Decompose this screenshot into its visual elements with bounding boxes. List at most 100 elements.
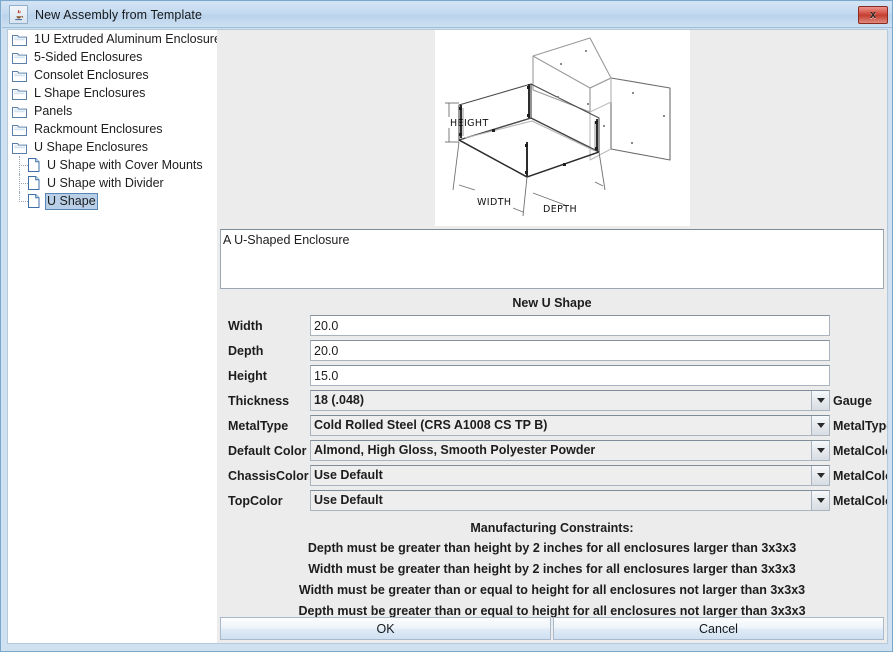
topcolor-combobox[interactable]: Use Default	[310, 490, 830, 511]
tree-item-u-shape-with-divider[interactable]: U Shape with Divider	[8, 174, 217, 192]
constraint-line: Width must be greater than height by 2 i…	[308, 562, 796, 576]
tree-connector-horizontal	[19, 201, 28, 203]
file-icon	[28, 158, 40, 172]
form-row-width: Width	[217, 313, 887, 338]
label-chassiscolor: ChassisColor	[228, 468, 309, 483]
tree-item-label: L Shape Enclosures	[34, 85, 146, 100]
chevron-down-icon[interactable]	[811, 391, 829, 410]
tree-item-l-shape-enclosures[interactable]: L Shape Enclosures	[8, 84, 217, 102]
default-color-selected-value: Almond, High Gloss, Smooth Polyester Pow…	[311, 441, 811, 460]
close-button[interactable]: x	[858, 6, 888, 24]
tree-connector-horizontal	[19, 165, 28, 167]
form-row-depth: Depth	[217, 338, 887, 363]
manufacturing-constraints: Manufacturing Constraints: Depth must be…	[217, 518, 887, 622]
topcolor-selected-value: Use Default	[311, 491, 811, 510]
tree-item-label: 5-Sided Enclosures	[34, 49, 143, 64]
folder-icon	[12, 51, 27, 64]
tree-item-1u-extruded-aluminum-enclosures[interactable]: 1U Extruded Aluminum Enclosures	[8, 30, 217, 48]
tree-item-label: U Shape Enclosures	[34, 139, 148, 154]
java-coffee-cup-icon	[9, 5, 28, 24]
form-row-thickness: Thickness 18 (.048) Gauge	[217, 388, 887, 413]
height-dimension-label: HEIGHT	[450, 118, 489, 129]
default-color-combobox[interactable]: Almond, High Gloss, Smooth Polyester Pow…	[310, 440, 830, 461]
tree-item-u-shape[interactable]: U Shape	[8, 192, 217, 210]
constraint-line: Depth must be greater than height by 2 i…	[307, 541, 797, 555]
label-topcolor: TopColor	[228, 493, 283, 508]
file-icon	[28, 194, 40, 208]
preview-area: HEIGHT WIDTH DEPTH	[217, 30, 887, 226]
ok-button[interactable]: OK	[220, 617, 551, 640]
label-height: Height	[228, 368, 267, 383]
metaltype-unit-label: MetalType	[833, 418, 888, 433]
chassiscolor-selected-value: Use Default	[311, 466, 811, 485]
chassiscolor-combobox[interactable]: Use Default	[310, 465, 830, 486]
tree-item-rackmount-enclosures[interactable]: Rackmount Enclosures	[8, 120, 217, 138]
enclosure-drawing: HEIGHT WIDTH DEPTH	[435, 30, 690, 226]
chevron-down-icon[interactable]	[811, 441, 829, 460]
folder-icon	[12, 123, 27, 136]
label-thickness: Thickness	[228, 393, 290, 408]
folder-icon	[12, 69, 27, 82]
cancel-button[interactable]: Cancel	[553, 617, 884, 640]
chevron-down-icon[interactable]	[811, 466, 829, 485]
topcolor-unit-label: MetalColor	[833, 493, 887, 508]
description-textarea[interactable]: A U-Shaped Enclosure	[220, 229, 884, 289]
folder-icon	[12, 141, 27, 154]
tree-item-panels[interactable]: Panels	[8, 102, 217, 120]
thickness-combobox[interactable]: 18 (.048)	[310, 390, 830, 411]
tree-item-label: Rackmount Enclosures	[34, 121, 163, 136]
depth-dimension-label: DEPTH	[543, 204, 577, 215]
tree-item-label: Consolet Enclosures	[34, 67, 149, 82]
constraints-heading: Manufacturing Constraints:	[470, 521, 634, 535]
tree-item-u-shape-with-cover-mounts[interactable]: U Shape with Cover Mounts	[8, 156, 217, 174]
form-title: New U Shape	[512, 296, 592, 310]
dialog-buttons: OK Cancel	[220, 617, 884, 640]
width-input[interactable]	[310, 315, 830, 336]
form-row-topcolor: TopColor Use Default MetalColor	[217, 488, 887, 513]
chevron-down-icon[interactable]	[811, 416, 829, 435]
detail-panel: HEIGHT WIDTH DEPTH A U-Shaped Enclosure …	[217, 30, 887, 643]
template-tree[interactable]: 1U Extruded Aluminum Enclosures 5-Sided E…	[8, 30, 217, 643]
title-bar: New Assembly from Template x	[2, 2, 892, 28]
form-row-height: Height	[217, 363, 887, 388]
window-title: New Assembly from Template	[35, 7, 203, 22]
thickness-selected-value: 18 (.048)	[311, 391, 811, 410]
folder-icon	[12, 33, 27, 46]
tree-item-label: Panels	[34, 103, 73, 118]
tree-item-u-shape-enclosures[interactable]: U Shape Enclosures	[8, 138, 217, 156]
label-metaltype: MetalType	[228, 418, 289, 433]
dialog-content: 1U Extruded Aluminum Enclosures 5-Sided E…	[7, 29, 888, 644]
description-text: A U-Shaped Enclosure	[223, 233, 350, 247]
form-row-metaltype: MetalType Cold Rolled Steel (CRS A1008 CS…	[217, 413, 887, 438]
parameters-form: New U Shape Width Depth Height Thickness 18 …	[217, 293, 887, 643]
tree-item-label: U Shape with Cover Mounts	[47, 157, 203, 172]
height-input[interactable]	[310, 365, 830, 386]
form-rows: Width Depth Height Thickness 18 (.048) Gauge M…	[217, 313, 887, 513]
constraint-list: Depth must be greater than height by 2 i…	[217, 538, 887, 622]
tree-item-label: 1U Extruded Aluminum Enclosures	[34, 31, 217, 46]
chevron-down-icon[interactable]	[811, 491, 829, 510]
default-color-unit-label: MetalColor	[833, 443, 887, 458]
form-row-chassiscolor: ChassisColorUse Default MetalColor	[217, 463, 887, 488]
metaltype-selected-value: Cold Rolled Steel (CRS A1008 CS TP B)	[311, 416, 811, 435]
width-dimension-label: WIDTH	[477, 197, 511, 208]
constraint-line: Width must be greater than or equal to h…	[298, 583, 806, 597]
depth-input[interactable]	[310, 340, 830, 361]
label-default-color: Default Color	[228, 443, 307, 458]
folder-icon	[12, 87, 27, 100]
tree-connector-horizontal	[19, 183, 28, 185]
tree-item-5-sided-enclosures[interactable]: 5-Sided Enclosures	[8, 48, 217, 66]
label-width: Width	[228, 318, 263, 333]
close-icon: x	[869, 8, 877, 21]
tree-item-consolet-enclosures[interactable]: Consolet Enclosures	[8, 66, 217, 84]
metaltype-combobox[interactable]: Cold Rolled Steel (CRS A1008 CS TP B)	[310, 415, 830, 436]
folder-icon	[12, 105, 27, 118]
thickness-unit-label: Gauge	[833, 393, 872, 408]
tree-item-label: U Shape with Divider	[47, 175, 164, 190]
file-icon	[28, 176, 40, 190]
tree-item-label: U Shape	[45, 192, 98, 210]
chassiscolor-unit-label: MetalColor	[833, 468, 887, 483]
form-row-default-color: Default Color Almond, High Gloss, Smooth …	[217, 438, 887, 463]
dialog-window: New Assembly from Template x 1U Extruded…	[0, 0, 893, 652]
label-depth: Depth	[228, 343, 264, 358]
